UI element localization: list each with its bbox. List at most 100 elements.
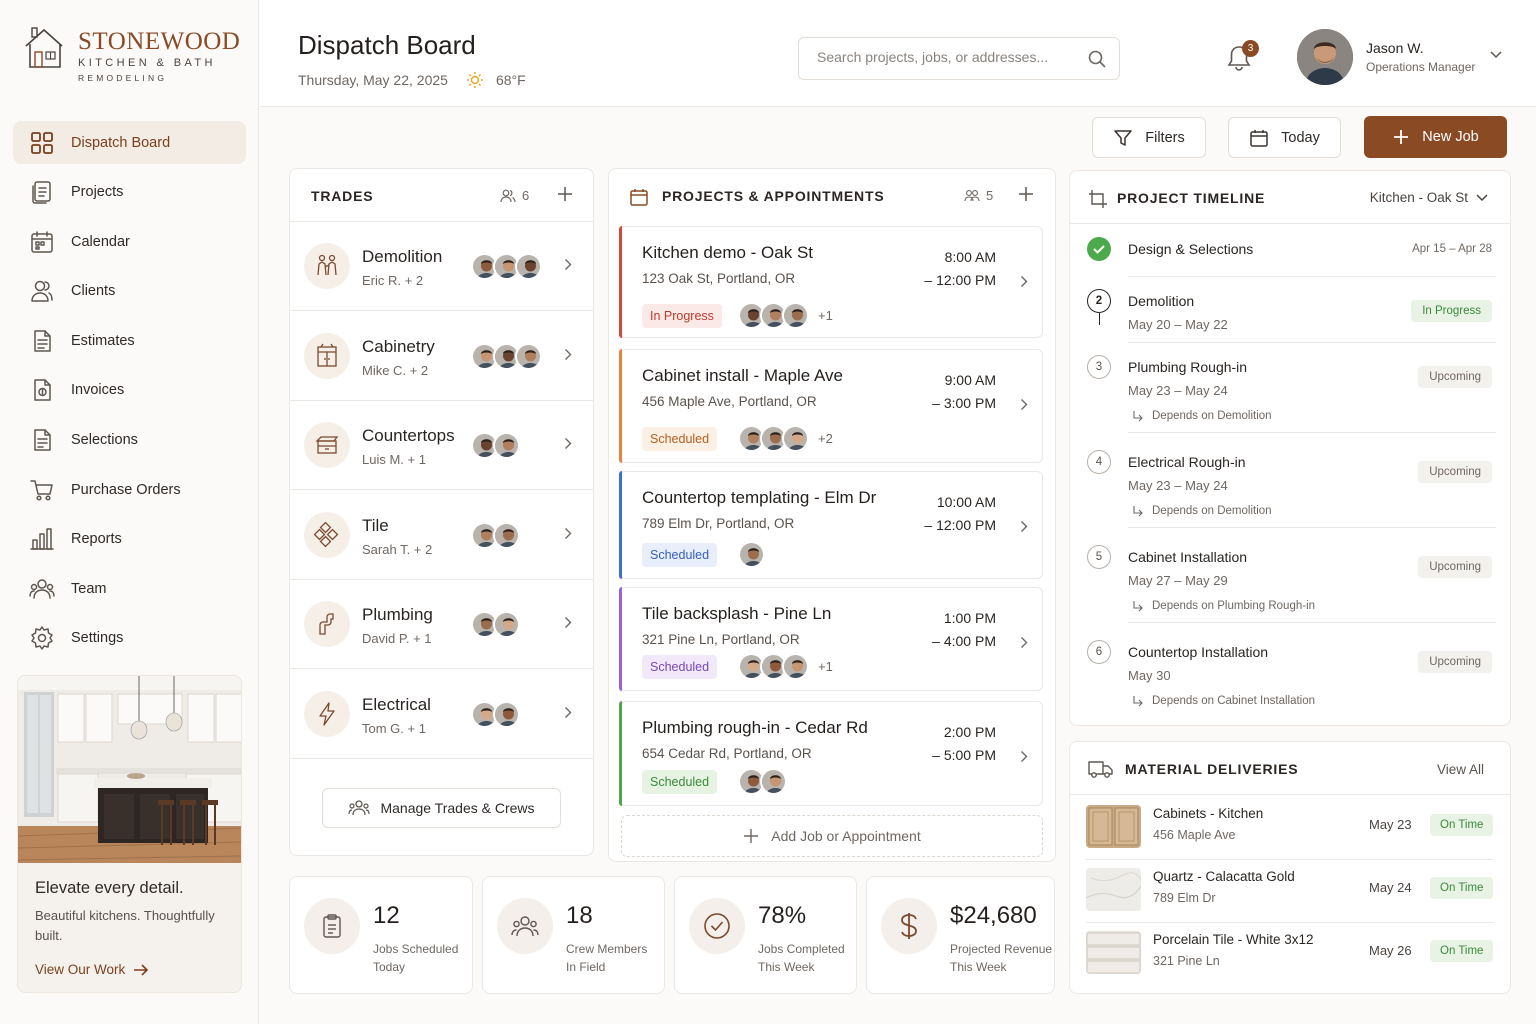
team-icon xyxy=(497,898,553,954)
step-number: 3 xyxy=(1087,355,1111,379)
search-input[interactable] xyxy=(817,49,1077,65)
trade-row-demolition[interactable]: Demolition Eric R. + 2 xyxy=(290,222,593,311)
sun-icon xyxy=(466,72,483,88)
job-card[interactable]: Cabinet install - Maple Ave 456 Maple Ave… xyxy=(619,349,1043,463)
timeline-step[interactable]: 4 Electrical Rough-in May 23 – May 24 Upcom… xyxy=(1070,442,1510,528)
timeline-step[interactable]: 6 Countertop Installation May 30 Upcoming De… xyxy=(1070,632,1510,712)
trade-row-cabinetry[interactable]: Cabinetry Mike C. + 2 xyxy=(290,312,593,401)
sidebar-item-estimates[interactable]: Estimates xyxy=(13,319,246,362)
sidebar-item-settings[interactable]: Settings xyxy=(13,617,246,660)
projects-header: PROJECTS & APPOINTMENTS 5 xyxy=(609,169,1055,222)
trade-row-plumbing[interactable]: Plumbing David P. + 1 xyxy=(290,580,593,669)
delivery-row[interactable]: Porcelain Tile - White 3x12 321 Pine Ln Ma… xyxy=(1086,931,1496,993)
material-name: Porcelain Tile - White 3x12 xyxy=(1153,932,1314,947)
view-all-link[interactable]: View All xyxy=(1437,762,1484,777)
dependency-label: Depends on Cabinet Installation xyxy=(1152,695,1316,707)
user-menu[interactable]: Jason W. Operations Manager xyxy=(1297,29,1507,86)
sidebar-item-team[interactable]: Team xyxy=(13,567,246,610)
sidebar-item-purchase-orders[interactable]: Purchase Orders xyxy=(13,468,246,511)
search-box[interactable] xyxy=(798,37,1120,80)
sidebar-item-clients[interactable]: Clients xyxy=(13,270,246,313)
project-select[interactable]: Kitchen - Oak St xyxy=(1370,190,1488,205)
link-icon xyxy=(1133,601,1143,612)
crew-avatars xyxy=(738,541,765,568)
document-icon xyxy=(34,330,51,352)
trades-count-value: 6 xyxy=(522,188,530,203)
job-address: 123 Oak St, Portland, OR xyxy=(642,271,796,286)
brand-logo[interactable]: STONEWOOD KITCHEN & BATH REMODELING xyxy=(24,26,244,88)
new-job-button[interactable]: New Job xyxy=(1364,116,1507,158)
job-card[interactable]: Plumbing rough-in - Cedar Rd 654 Cedar Rd… xyxy=(619,701,1043,806)
timeline-step[interactable]: 3 Plumbing Rough-in May 23 – May 24 Upcomin… xyxy=(1070,347,1510,433)
status-badge: In Progress xyxy=(642,304,722,328)
timeline-panel: PROJECT TIMELINE Kitchen - Oak St Design… xyxy=(1069,170,1511,726)
job-card[interactable]: Countertop templating - Elm Dr 789 Elm Dr… xyxy=(619,471,1043,579)
step-dates: May 30 xyxy=(1128,668,1171,683)
filters-label: Filters xyxy=(1145,129,1185,146)
stat-label-line: Jobs Scheduled xyxy=(373,942,459,956)
status-badge: Scheduled xyxy=(642,427,718,451)
today-button[interactable]: Today xyxy=(1228,117,1341,158)
search-icon[interactable] xyxy=(1087,49,1107,69)
avatar xyxy=(493,432,520,459)
filters-button[interactable]: Filters xyxy=(1092,117,1206,158)
house-logo-icon xyxy=(25,27,63,68)
lightning-icon xyxy=(304,690,350,737)
add-job-button[interactable]: Add Job or Appointment xyxy=(621,815,1043,857)
chevron-down-icon xyxy=(1490,51,1502,59)
tile-icon xyxy=(304,511,350,558)
sidebar-item-calendar[interactable]: Calendar xyxy=(13,220,246,263)
link-icon xyxy=(1133,411,1143,422)
countertop-icon xyxy=(304,422,350,468)
timeline-step[interactable]: 5 Cabinet Installation May 27 – May 29 Upco… xyxy=(1070,537,1510,623)
notifications-button[interactable]: 3 xyxy=(1226,40,1259,76)
stat-value: 18 xyxy=(566,902,593,929)
sidebar-item-invoices[interactable]: Invoices xyxy=(13,369,246,412)
cart-icon xyxy=(30,479,53,501)
sidebar-item-projects[interactable]: Projects xyxy=(13,171,246,214)
job-card[interactable]: Kitchen demo - Oak St 123 Oak St, Portlan… xyxy=(619,226,1043,338)
crew-avatars: +1 xyxy=(738,302,833,329)
add-trade-icon[interactable] xyxy=(556,185,574,203)
job-address: 654 Cedar Rd, Portland, OR xyxy=(642,746,812,761)
sidebar-item-dispatch-board[interactable]: Dispatch Board xyxy=(13,121,246,164)
add-project-icon[interactable] xyxy=(1017,185,1035,203)
arrow-right-icon xyxy=(134,963,149,976)
step-dates: May 23 – May 24 xyxy=(1128,383,1228,398)
sidebar-item-label: Dispatch Board xyxy=(71,134,171,151)
material-name: Cabinets - Kitchen xyxy=(1153,806,1264,821)
sidebar-item-selections[interactable]: Selections xyxy=(13,419,246,462)
projects-count-value: 5 xyxy=(986,188,994,203)
trade-name: Cabinetry xyxy=(362,336,435,356)
deliveries-title: MATERIAL DELIVERIES xyxy=(1125,761,1299,777)
trades-panel: TRADES 6 Demolition Eric R. + 2 Cabinetry M… xyxy=(289,168,594,856)
avatar xyxy=(515,253,542,280)
trade-row-electrical[interactable]: Electrical Tom G. + 1 xyxy=(290,670,593,759)
job-card[interactable]: Tile backsplash - Pine Ln 321 Pine Ln, Po… xyxy=(619,587,1043,691)
sidebar-item-reports[interactable]: Reports xyxy=(13,518,246,561)
step-name: Electrical Rough-in xyxy=(1128,454,1246,470)
trade-row-tile[interactable]: Tile Sarah T. + 2 xyxy=(290,491,593,580)
manage-trades-button[interactable]: Manage Trades & Crews xyxy=(322,788,561,828)
users-icon xyxy=(31,281,53,303)
trade-name: Electrical xyxy=(362,694,431,714)
status-color-bar xyxy=(619,587,622,691)
promo-title: Elevate every detail. xyxy=(35,879,184,897)
crew-avatars xyxy=(471,700,520,728)
crew-avatars xyxy=(471,342,542,370)
trade-name: Demolition xyxy=(362,247,443,266)
plus-icon xyxy=(1394,130,1409,144)
divider xyxy=(1128,276,1496,277)
dependency-note: Depends on Demolition xyxy=(1132,505,1272,517)
stat-label-line: This Week xyxy=(950,960,1007,974)
trade-row-countertops[interactable]: Countertops Luis M. + 1 xyxy=(290,401,593,490)
chevron-right-icon xyxy=(564,258,572,271)
delivery-row[interactable]: Cabinets - Kitchen 456 Maple Ave May 23 On … xyxy=(1086,805,1496,867)
delivery-row[interactable]: Quartz - Calacatta Gold 789 Elm Dr May 24 O… xyxy=(1086,868,1496,930)
chevron-right-icon xyxy=(564,527,572,540)
deliveries-panel: MATERIAL DELIVERIES View All Cabinets - … xyxy=(1069,741,1511,994)
project-select-value: Kitchen - Oak St xyxy=(1369,190,1468,205)
job-start-time: 10:00 AM xyxy=(936,494,996,510)
delivery-address: 321 Pine Ln xyxy=(1153,954,1220,968)
view-our-work-link[interactable]: View Our Work xyxy=(35,962,149,977)
